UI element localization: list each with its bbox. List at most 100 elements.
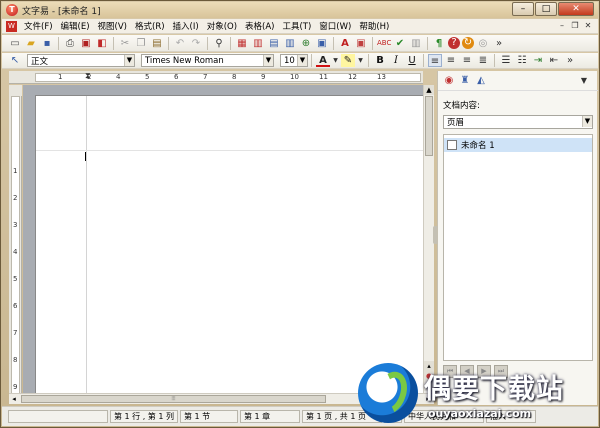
increase-indent-icon[interactable]: ⇥ xyxy=(531,54,545,67)
style-select[interactable]: 正文 ▼ xyxy=(27,54,135,67)
new-document-icon[interactable]: ▭ xyxy=(8,37,22,50)
document-canvas[interactable] xyxy=(23,85,423,393)
menu-help[interactable]: 帮助(H) xyxy=(355,20,393,32)
document-icon[interactable]: W xyxy=(6,20,17,32)
chevron-down-icon[interactable]: ▼ xyxy=(297,55,307,66)
tree-item[interactable]: 未命名 1 xyxy=(444,138,592,152)
draft-view-icon[interactable]: ▥ xyxy=(283,37,297,50)
highlight-icon[interactable]: ✎ xyxy=(341,54,355,67)
menu-insert[interactable]: 插入(I) xyxy=(169,20,203,32)
window-minimize-button[interactable]: – xyxy=(512,2,534,16)
vertical-ruler[interactable]: 1 2 3 4 5 6 7 8 9 xyxy=(9,96,22,404)
ruler-tick-label: 3 xyxy=(13,221,18,229)
font-color-icon[interactable]: A xyxy=(316,54,330,67)
justify-icon[interactable]: ≣ xyxy=(476,54,490,67)
select-arrow-icon[interactable]: ↖ xyxy=(8,54,22,67)
font-size-select[interactable]: 10 ▼ xyxy=(280,54,308,67)
ruler-tick-label: 9 xyxy=(13,383,18,391)
indent-marker-icon[interactable]: ⧗ xyxy=(85,71,91,81)
copy-icon[interactable]: ❐ xyxy=(134,37,148,50)
menu-object[interactable]: 对象(O) xyxy=(203,20,241,32)
ruler-tick-label: 11 xyxy=(319,73,328,81)
menu-table[interactable]: 表格(A) xyxy=(241,20,278,32)
web-view-icon[interactable]: ▥ xyxy=(251,37,265,50)
info-icon[interactable]: ◎ xyxy=(476,37,490,50)
align-center-icon[interactable]: ≡ xyxy=(444,54,458,67)
chevron-down-icon[interactable]: ▼ xyxy=(582,116,592,127)
scrollbar-thumb[interactable]: ⦙⦙⦙ xyxy=(21,395,326,403)
page-view-icon[interactable]: ▦ xyxy=(235,37,249,50)
navigator-icon[interactable]: ◉ xyxy=(442,74,456,87)
align-right-icon[interactable]: ≡ xyxy=(460,54,474,67)
save-icon[interactable]: ▪ xyxy=(40,37,54,50)
find-binoculars-icon[interactable]: ⚲ xyxy=(212,37,226,50)
print-icon[interactable]: ⎙ xyxy=(63,37,77,50)
toolbar-overflow-icon[interactable]: » xyxy=(563,54,577,67)
window-close-button[interactable]: ✕ xyxy=(558,2,594,16)
outline-view-icon[interactable]: ▤ xyxy=(267,37,281,50)
window-maximize-button[interactable]: □ xyxy=(535,2,557,16)
ruler-track[interactable]: 1 2 3 4 5 6 7 8 9 xyxy=(11,96,20,404)
app-window: T 文字易 - [未命名 1] – □ ✕ W 文件(F) 编辑(E) 视图(V… xyxy=(0,0,600,428)
menu-edit[interactable]: 编辑(E) xyxy=(57,20,94,32)
bar-chart-icon[interactable]: ▥ xyxy=(409,37,423,50)
chevron-down-icon[interactable]: ▼ xyxy=(124,55,134,66)
scroll-left-icon[interactable]: ◂ xyxy=(9,394,19,404)
export-pdf-icon[interactable]: ◧ xyxy=(95,37,109,50)
ruler-tick-label: 2 xyxy=(13,194,18,202)
bold-button[interactable]: B xyxy=(373,54,387,67)
tree-item-checkbox[interactable] xyxy=(447,140,457,150)
highlight-dropdown-icon[interactable]: ▼ xyxy=(357,54,364,67)
insert-picture-icon[interactable]: ▣ xyxy=(354,37,368,50)
title-bar[interactable]: T 文字易 - [未命名 1] – □ ✕ xyxy=(2,2,598,18)
font-color-dropdown-icon[interactable]: ▼ xyxy=(332,54,339,67)
toolbar-separator xyxy=(311,54,312,67)
cut-icon[interactable]: ✂ xyxy=(118,37,132,50)
document-tree[interactable]: 未命名 1 xyxy=(443,134,593,361)
scrollbar-thumb[interactable] xyxy=(425,96,433,156)
gallery-icon[interactable]: ◭ xyxy=(474,74,488,87)
redo-icon[interactable]: ↷ xyxy=(189,37,203,50)
font-dialog-icon[interactable]: A xyxy=(338,37,352,50)
numbered-list-icon[interactable]: ☰ xyxy=(499,54,513,67)
menu-file[interactable]: 文件(F) xyxy=(20,20,57,32)
menu-tools[interactable]: 工具(T) xyxy=(278,20,315,32)
doc-minimize-button[interactable]: – xyxy=(556,20,568,31)
decrease-indent-icon[interactable]: ⇤ xyxy=(547,54,561,67)
scroll-up-icon[interactable]: ▲ xyxy=(424,85,434,95)
bullet-list-icon[interactable]: ☷ xyxy=(515,54,529,67)
update-icon[interactable]: ↻ xyxy=(462,37,474,49)
document-page[interactable] xyxy=(35,95,423,393)
font-select[interactable]: Times New Roman ▼ xyxy=(141,54,274,67)
content-type-value: 页眉 xyxy=(447,118,465,128)
styles-icon[interactable]: ♜ xyxy=(458,74,472,87)
print-preview-icon[interactable]: ▣ xyxy=(79,37,93,50)
ruler-tick-label: 4 xyxy=(116,73,121,81)
doc-close-button[interactable]: ✕ xyxy=(582,20,594,31)
help-icon[interactable]: ? xyxy=(448,37,460,49)
align-left-icon[interactable]: ≡ xyxy=(428,54,442,67)
panel-menu-icon[interactable]: ▼ xyxy=(577,74,591,87)
ruler-track[interactable]: 1 2 4 5 6 7 8 9 10 11 12 13 xyxy=(35,73,421,82)
horizontal-ruler[interactable]: 1 2 4 5 6 7 8 9 10 11 12 13 ⧗ xyxy=(9,71,423,84)
toolbar-separator xyxy=(368,54,369,67)
paste-icon[interactable]: ▤ xyxy=(150,37,164,50)
spellcheck-icon[interactable]: ABC xyxy=(377,37,391,50)
full-screen-icon[interactable]: ▣ xyxy=(315,37,329,50)
italic-button[interactable]: I xyxy=(389,54,403,67)
menu-view[interactable]: 视图(V) xyxy=(94,20,131,32)
menu-format[interactable]: 格式(R) xyxy=(131,20,169,32)
menu-window[interactable]: 窗口(W) xyxy=(315,20,355,32)
doc-restore-button[interactable]: ❐ xyxy=(569,20,581,31)
check-mark-icon[interactable]: ✔ xyxy=(393,37,407,50)
underline-button[interactable]: U xyxy=(405,54,419,67)
content-type-select[interactable]: 页眉 ▼ xyxy=(443,115,593,129)
undo-icon[interactable]: ↶ xyxy=(173,37,187,50)
toolbar-overflow-icon[interactable]: » xyxy=(492,37,506,50)
zoom-icon[interactable]: ⊕ xyxy=(299,37,313,50)
paragraph-marks-icon[interactable]: ¶ xyxy=(432,37,446,50)
style-select-value: 正文 xyxy=(31,56,49,67)
chevron-down-icon[interactable]: ▼ xyxy=(263,55,273,66)
ruler-tick-label: 5 xyxy=(145,73,150,81)
open-folder-icon[interactable]: ▰ xyxy=(24,37,38,50)
